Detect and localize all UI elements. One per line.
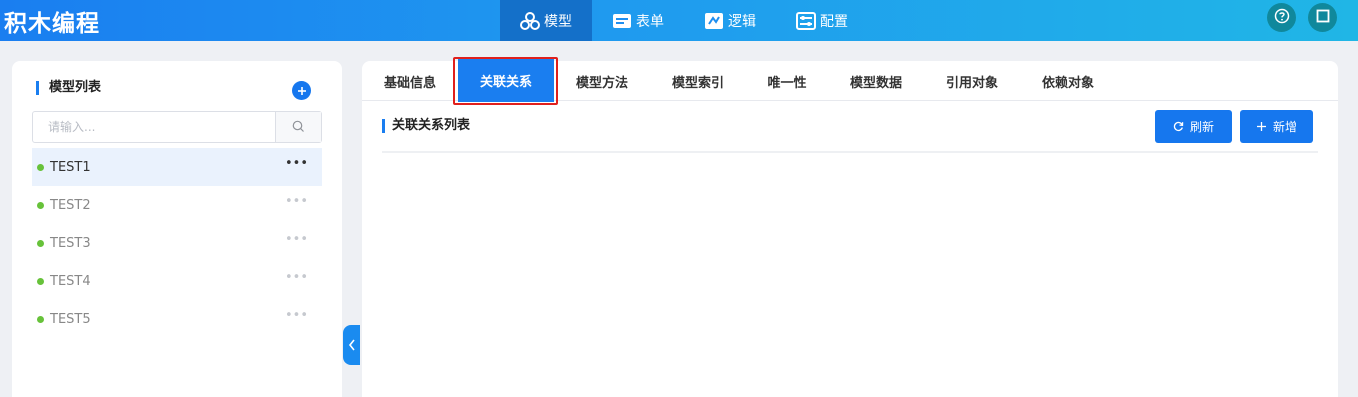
refresh-icon — [1173, 121, 1184, 132]
list-item-label: TEST2 — [50, 197, 91, 213]
search-button[interactable] — [275, 112, 321, 142]
fullscreen-button[interactable] — [1308, 3, 1337, 32]
list-item-label: TEST3 — [50, 235, 91, 251]
list-item[interactable]: TEST5 ••• — [32, 300, 322, 338]
cubes-icon — [520, 11, 540, 30]
plus-icon — [297, 81, 307, 100]
add-button[interactable]: 新增 — [1240, 110, 1313, 143]
fullscreen-icon — [1316, 8, 1330, 27]
list-item-label: TEST5 — [50, 311, 91, 327]
nav-item-label: 表单 — [636, 13, 664, 30]
add-model-button[interactable] — [292, 81, 311, 100]
config-icon — [796, 11, 816, 30]
more-icon[interactable]: ••• — [285, 270, 308, 285]
main-nav: 模型 表单 逻辑 配置 — [500, 0, 868, 41]
detail-tabs: 基础信息 关联关系 模型方法 模型索引 唯一性 模型数据 引用对象 依赖对象 — [362, 57, 1338, 105]
section-title: 关联关系列表 — [382, 119, 470, 133]
tab-model-indexes[interactable]: 模型索引 — [650, 61, 746, 101]
nav-item-config[interactable]: 配置 — [776, 0, 868, 41]
search-input[interactable] — [33, 112, 275, 142]
status-dot — [37, 201, 44, 209]
tab-relations[interactable]: 关联关系 — [458, 59, 554, 102]
status-dot — [37, 277, 44, 285]
plus-icon — [1256, 121, 1267, 132]
tab-model-data[interactable]: 模型数据 — [828, 61, 924, 101]
more-icon[interactable]: ••• — [285, 232, 308, 247]
collapse-sidebar-handle[interactable] — [343, 325, 360, 365]
list-item-label: TEST1 — [50, 159, 91, 175]
list-item[interactable]: TEST2 ••• — [32, 186, 322, 224]
tab-basic-info[interactable]: 基础信息 — [362, 61, 458, 101]
search-box — [32, 111, 322, 143]
model-list-panel: 模型列表 TEST1 ••• TEST2 — [12, 61, 342, 397]
add-label: 新增 — [1272, 120, 1297, 134]
help-icon — [1274, 8, 1290, 28]
nav-item-logic[interactable]: 逻辑 — [684, 0, 776, 41]
nav-item-model[interactable]: 模型 — [500, 0, 592, 41]
tab-model-methods[interactable]: 模型方法 — [554, 61, 650, 101]
list-item[interactable]: TEST3 ••• — [32, 224, 322, 262]
nav-item-label: 逻辑 — [728, 13, 756, 30]
logic-icon — [704, 12, 724, 30]
top-header: 积木编程 模型 表单 逻辑 配置 — [0, 0, 1358, 41]
nav-item-form[interactable]: 表单 — [592, 0, 684, 41]
model-detail-panel: 基础信息 关联关系 模型方法 模型索引 唯一性 模型数据 引用对象 依赖对象 关… — [362, 57, 1338, 397]
more-icon[interactable]: ••• — [285, 308, 308, 323]
section-divider — [382, 151, 1318, 153]
list-item[interactable]: TEST1 ••• — [32, 148, 322, 186]
status-dot — [37, 163, 44, 171]
tab-uniqueness[interactable]: 唯一性 — [746, 61, 828, 101]
status-dot — [37, 239, 44, 247]
app-logo-title: 积木编程 — [4, 11, 100, 37]
search-icon — [292, 118, 305, 137]
more-icon[interactable]: ••• — [285, 156, 308, 171]
tab-dependent-objects[interactable]: 依赖对象 — [1020, 61, 1116, 101]
nav-item-label: 模型 — [544, 13, 572, 30]
model-list: TEST1 ••• TEST2 ••• TEST3 ••• TEST4 ••• … — [32, 148, 322, 338]
more-icon[interactable]: ••• — [285, 194, 308, 209]
chevron-left-icon — [348, 336, 356, 355]
help-button[interactable] — [1267, 3, 1296, 32]
refresh-button[interactable]: 刷新 — [1155, 110, 1232, 143]
tab-referenced-objects[interactable]: 引用对象 — [924, 61, 1020, 101]
status-dot — [37, 315, 44, 323]
list-item-label: TEST4 — [50, 273, 91, 289]
nav-item-label: 配置 — [820, 13, 848, 30]
form-icon — [612, 13, 632, 29]
panel-title: 模型列表 — [36, 81, 101, 95]
list-item[interactable]: TEST4 ••• — [32, 262, 322, 300]
refresh-label: 刷新 — [1189, 120, 1214, 134]
